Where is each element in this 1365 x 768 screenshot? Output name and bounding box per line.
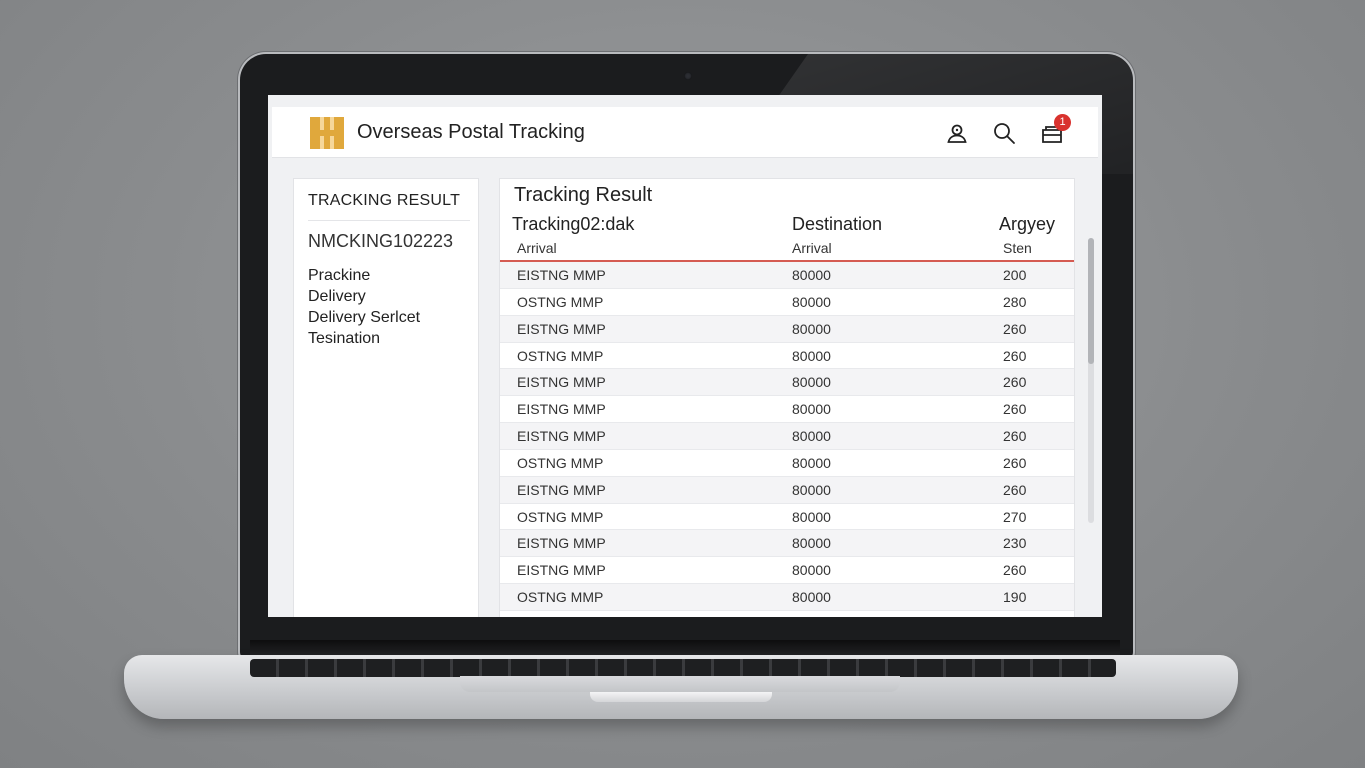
table-row[interactable]: OSTNG MMP 80000 260 — [500, 342, 1074, 370]
results-title: Tracking Result — [514, 184, 653, 206]
tracking-number: NMCKING102223 — [308, 231, 454, 251]
table-cell: EISTNG MMP — [517, 562, 606, 579]
user-icon[interactable] — [945, 121, 969, 145]
cart-badge: 1 — [1054, 114, 1071, 131]
table-cell: 80000 — [792, 454, 831, 471]
app-title: Overseas Postal Tracking — [357, 121, 585, 143]
sidebar-item-delivery[interactable]: Delivery — [308, 286, 420, 307]
sidebar-menu: Prackine Delivery Delivery Serlcet Tesin… — [308, 265, 420, 349]
lid-notch — [590, 692, 772, 702]
column-header-argyey: Argyey — [999, 214, 1056, 234]
table-row[interactable]: EISTNG MMP 80000 260 — [500, 369, 1074, 397]
table-cell: 80000 — [792, 320, 831, 337]
table-row[interactable]: OSTNG MMP 80000 190 — [500, 584, 1074, 611]
table-cell: EISTNG MMP — [517, 535, 606, 552]
table-cell: EISTNG MMP — [517, 481, 606, 498]
table-cell: 260 — [1003, 401, 1027, 418]
table-row[interactable]: EISTNG MMP 80000 230 — [500, 530, 1074, 558]
table-row[interactable]: OSTNG MMP 80000 280 — [500, 288, 1074, 316]
table-cell: 80000 — [792, 508, 831, 525]
keyboard — [250, 659, 1116, 677]
table-row[interactable]: EISTNG MMP 80000 260 — [500, 423, 1074, 450]
screen: Overseas Postal Tracking 1 TRACKING RESU… — [268, 95, 1102, 617]
table-cell: 80000 — [792, 293, 831, 310]
webcam — [684, 72, 692, 80]
table-cell: 80000 — [792, 589, 831, 606]
table-cell: 80000 — [792, 535, 831, 552]
sidebar-item-prackine[interactable]: Prackine — [308, 265, 420, 286]
table-cell: EISTNG MMP — [517, 401, 606, 418]
column-subheader-arrival: Arrival — [517, 240, 557, 256]
column-subheader-arrival: Arrival — [792, 240, 832, 256]
table-cell: 260 — [1003, 481, 1027, 498]
trackpad — [460, 676, 900, 692]
table-cell: 80000 — [792, 267, 831, 283]
table-cell: 80000 — [792, 374, 831, 391]
table-cell: EISTNG MMP — [517, 374, 606, 391]
table-cell: OSTNG MMP — [517, 589, 604, 606]
table-cell: 80000 — [792, 616, 831, 617]
search-icon[interactable] — [992, 121, 1016, 145]
scrollbar-thumb[interactable] — [1088, 238, 1094, 364]
table-row[interactable]: EISTNG MMP 80000 260 — [500, 396, 1074, 424]
table-cell: 260 — [1003, 320, 1027, 337]
table-cell: 260 — [1003, 562, 1027, 579]
table-cell: 260 — [1003, 347, 1027, 364]
sidebar-item-tesination[interactable]: Tesination — [308, 328, 420, 349]
sidebar-heading: TRACKING RESULT — [308, 192, 461, 209]
app-header: Overseas Postal Tracking 1 — [272, 107, 1098, 158]
table-cell: 280 — [1003, 293, 1027, 310]
table-cell: EISTNG MMP — [517, 428, 606, 445]
table-cell: 80000 — [792, 401, 831, 418]
table-cell: 190 — [1003, 589, 1027, 606]
table-cell: 260 — [1003, 454, 1027, 471]
table-body: EISTNG MMP 80000 200 OSTNG MMP 80000 280 EISTN… — [500, 262, 1074, 617]
table-cell: 80000 — [792, 481, 831, 498]
table-cell: OSTNG MMP — [517, 454, 604, 471]
table-cell: EISTNG MMP — [517, 267, 606, 283]
table-cell: OSTNG MMP — [517, 293, 604, 310]
table-cell: 80000 — [792, 428, 831, 445]
table-cell: OSTNG MMP — [517, 508, 604, 525]
table-cell: EISTNG MMP — [517, 320, 606, 337]
table-cell: 80000 — [792, 347, 831, 364]
table-row[interactable]: EISTNG MMP 80000 260 — [500, 557, 1074, 585]
sidebar: TRACKING RESULT NMCKING102223 Prackine D… — [293, 178, 479, 617]
app-logo-icon[interactable] — [310, 117, 344, 149]
table-cell: 80000 — [792, 562, 831, 579]
column-subheader-sten: Sten — [1003, 240, 1032, 256]
scrollbar[interactable] — [1088, 238, 1094, 523]
results-panel: Tracking Result Tracking02:dak Destinati… — [499, 178, 1075, 617]
column-header-tracking: Tracking02:dak — [512, 214, 635, 234]
table-row[interactable]: OSTNG MMP 80000 260 — [500, 449, 1074, 477]
table-cell: 260 — [1003, 616, 1026, 617]
table-row[interactable]: EISTNG MMP 80000 260 — [500, 315, 1074, 343]
table-row[interactable]: EISTNG MMP 80000 200 — [500, 262, 1074, 289]
table-cell: 260 — [1003, 428, 1027, 445]
table-cell: 270 — [1003, 508, 1027, 525]
table-cell: 230 — [1003, 535, 1027, 552]
column-header-destination: Destination — [792, 214, 883, 234]
table-row[interactable]: EISTNG MMP 80000 260 — [500, 476, 1074, 504]
divider — [308, 220, 470, 221]
table-cell: EISTNG MMP — [517, 616, 606, 617]
table-cell: 260 — [1003, 374, 1027, 391]
table-row[interactable]: OSTNG MMP 80000 270 — [500, 503, 1074, 531]
sidebar-item-delivery-serlcet[interactable]: Delivery Serlcet — [308, 307, 420, 328]
table-row[interactable]: EISTNG MMP 80000 260 — [500, 610, 1074, 617]
table-cell: 200 — [1003, 267, 1027, 283]
table-cell: OSTNG MMP — [517, 347, 604, 364]
